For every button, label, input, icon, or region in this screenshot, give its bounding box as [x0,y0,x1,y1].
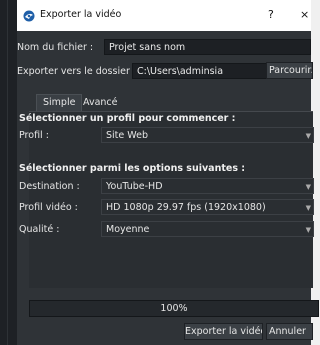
video-profile-label: Profil vidéo : [19,202,78,213]
tab-simple[interactable]: Simple [36,94,83,112]
video-profile-select[interactable]: HD 1080p 29.97 fps (1920x1080) ▼ [101,199,314,215]
browse-button[interactable]: Parcourir... [266,62,313,79]
tab-advanced[interactable]: Avancé [77,95,123,111]
profile-select[interactable]: Site Web ▼ [101,127,314,143]
progress-percent: 100% [160,303,188,314]
quality-select[interactable]: Moyenne ▼ [101,221,314,237]
options-section-title: Sélectionner parmi les options suivantes… [19,163,246,174]
video-profile-select-value: HD 1080p 29.97 fps (1920x1080) [106,202,266,213]
desktop-divider [7,0,8,345]
cancel-button[interactable]: Annuler [266,323,313,340]
window-title: Exporter la vidéo [40,9,122,20]
export-dialog: Exporter la vidéo ? × Nom du fichier : P… [17,0,319,345]
title-bar: Exporter la vidéo ? × [17,0,311,31]
export-folder-input[interactable]: C:\Users\adminsia [132,63,276,79]
quality-label: Qualité : [19,224,60,235]
quality-select-value: Moyenne [106,224,150,235]
export-folder-label: Exporter vers le dossier [17,66,130,77]
destination-select-value: YouTube-HD [106,181,163,192]
destination-label: Destination : [19,181,80,192]
help-button[interactable]: ? [268,8,274,21]
openshot-logo-icon [23,10,35,22]
chevron-down-icon: ▼ [305,183,311,191]
desktop-background [0,0,17,345]
profile-label: Profil : [19,130,49,141]
filename-label: Nom du fichier : [17,42,94,53]
profile-select-value: Site Web [106,130,148,141]
filename-input[interactable]: Projet sans nom [104,39,311,55]
profile-section-title: Sélectionner un profil pour commencer : [19,113,236,124]
export-video-button[interactable]: Exporter la vidéo [184,323,263,340]
chevron-down-icon: ▼ [305,226,311,234]
chevron-down-icon: ▼ [305,204,311,212]
destination-select[interactable]: YouTube-HD ▼ [101,178,314,194]
chevron-down-icon: ▼ [305,132,311,140]
close-button[interactable]: × [300,8,309,21]
export-progress-bar: 100% [29,300,319,317]
